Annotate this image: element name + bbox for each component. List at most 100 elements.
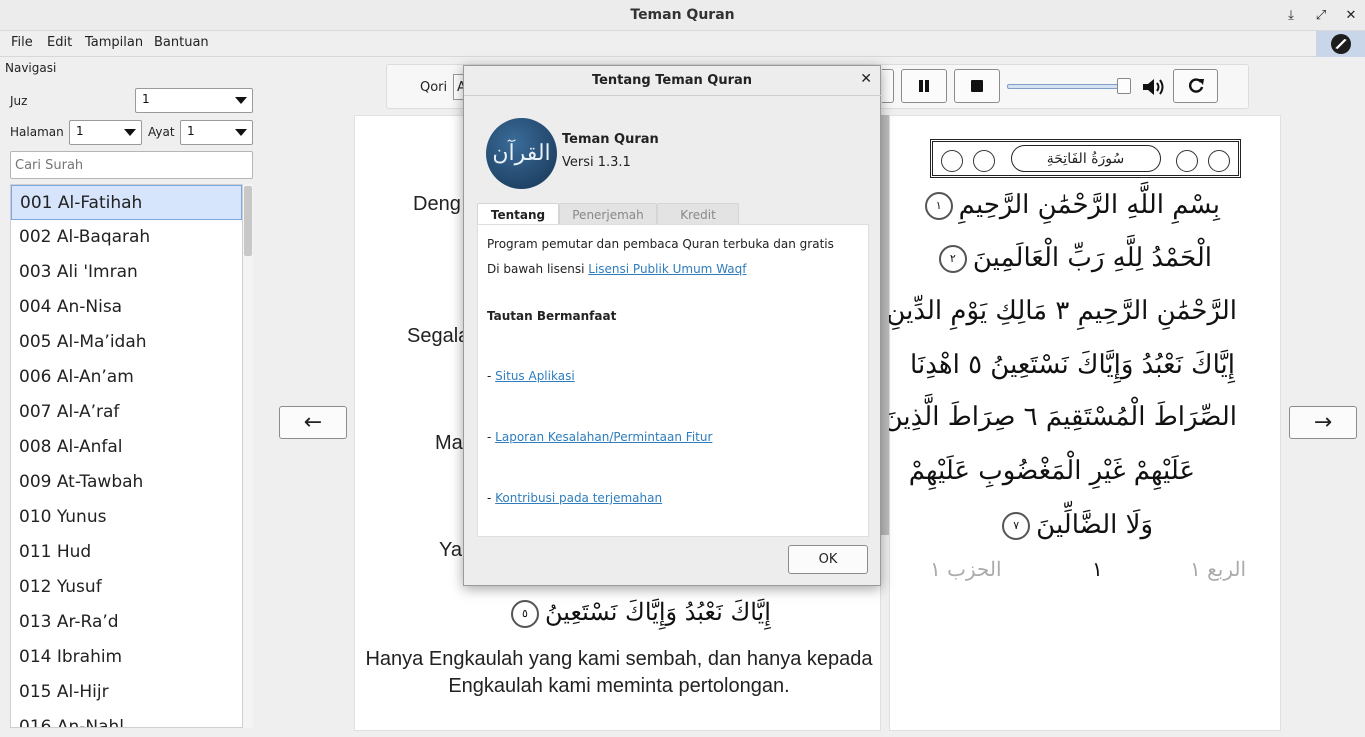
compass-icon [1330,34,1351,54]
mushaf-line: وَلَا الضَّالِّينَ٧ [996,510,1153,540]
mushaf-line: الرَّحْمَٰنِ الرَّحِيمِ ٣ مَالِكِ يَوْمِ… [846,296,1237,326]
menu-bar: File Edit Tampilan Bantuan [0,31,1365,57]
play-button[interactable] [882,69,894,103]
ayah-number: ٥ [511,599,539,628]
next-page-button[interactable]: → [1289,406,1357,439]
ok-button[interactable]: OK [788,545,868,574]
tab-kredit[interactable]: Kredit [657,203,739,225]
close-icon[interactable]: ✕ [860,71,872,87]
qori-label: Qori [420,80,448,95]
repeat-button[interactable] [1173,69,1218,103]
website-link[interactable]: Situs Aplikasi [495,369,575,383]
ayat-value: 1 [187,124,195,138]
bug-report-link[interactable]: Laporan Kesalahan/Permintaan Fitur [495,430,712,444]
app-version: Versi 1.3.1 [562,155,631,170]
ornament-icon [1208,150,1230,172]
about-dialog: Tentang Teman Quran ✕ القرآن Teman Quran… [463,65,882,586]
surah-title: سُورَةُ الفَاتِحَةِ [1010,145,1161,172]
surah-item[interactable]: 004 An-Nisa [11,290,242,325]
arabic-verse: ٥ إِيَّاكَ نَعْبُدُ وَإِيَّاكَ نَسْتَعِين… [505,598,771,628]
ayah-number: ٢ [938,245,967,273]
license-prefix: Di bawah lisensi [487,262,589,276]
juz-value: 1 [142,92,150,106]
juz-select[interactable]: 1 [135,88,253,113]
dialog-title: Tentang Teman Quran [591,73,753,88]
surah-item[interactable]: 015 Al-Hijr [11,675,242,710]
minimize-icon[interactable]: ⤓ [1281,5,1301,25]
arrow-left-icon: ← [303,410,323,435]
window-titlebar: Teman Quran ⤓ ⤢ ✕ [0,0,1365,31]
app-logo: القرآن [486,118,557,189]
mushaf-line: بِسْمِ اللَّهِ الرَّحْمَٰنِ الرَّحِيمِ١ [919,190,1220,220]
divider [464,95,882,96]
surah-search-input[interactable] [10,151,253,179]
menu-edit[interactable]: Edit [47,35,72,50]
surah-item[interactable]: 008 Al-Anfal [11,430,242,465]
app-name: Teman Quran [562,132,659,147]
verse-translation: Hanya Engkaulah yang kami sembah, dan ha… [365,648,873,697]
refresh-icon [1188,78,1204,93]
mushaf-line-text: الرَّحْمَٰنِ الرَّحِيمِ ٣ مَالِكِ يَوْمِ… [886,296,1237,326]
surah-item[interactable]: 016 An-Nahl [11,710,242,727]
surah-item[interactable]: 002 Al-Baqarah [11,220,242,255]
surah-item[interactable]: 001 Al-Fatihah [11,185,242,220]
menu-file[interactable]: File [11,35,33,50]
link-item: - Situs Aplikasi [487,369,575,383]
app-description: Program pemutar dan pembaca Quran terbuk… [487,237,834,251]
ornament-icon [1176,150,1198,172]
mushaf-line: إِيَّاكَ نَعْبُدُ وَإِيَّاكَ نَسْتَعِينُ… [910,350,1235,380]
window-title: Teman Quran [630,7,735,23]
close-icon[interactable]: ✕ [1341,5,1361,25]
surah-list[interactable]: 001 Al-Fatihah 002 Al-Baqarah 003 Ali 'I… [10,184,243,728]
stop-icon [971,80,983,92]
ayah-number: ٧ [1002,512,1031,540]
mushaf-line-text: الْحَمْدُ لِلَّهِ رَبِّ الْعَالَمِينَ [972,243,1212,273]
volume-icon[interactable] [1141,77,1165,97]
ayat-select[interactable]: 1 [180,120,253,145]
rub-marker: الربع ١ [1190,557,1247,581]
menu-bantuan[interactable]: Bantuan [154,35,209,50]
hizb-marker: الحزب ١ [930,557,1002,581]
pause-icon [919,80,929,92]
surah-item[interactable]: 003 Ali 'Imran [11,255,242,290]
chevron-down-icon [235,97,247,104]
surah-item[interactable]: 005 Al-Ma’idah [11,325,242,360]
surah-item[interactable]: 014 Ibrahim [11,640,242,675]
maximize-icon[interactable]: ⤢ [1311,5,1331,25]
volume-slider[interactable] [1007,84,1127,89]
scrollbar-thumb[interactable] [244,186,252,256]
ornament-icon [973,150,995,172]
surah-item[interactable]: 013 Ar-Ra’d [11,605,242,640]
app-logo-text: القرآن [492,141,551,166]
mushaf-line-text: إِيَّاكَ نَعْبُدُ وَإِيَّاكَ نَسْتَعِينُ… [910,350,1235,380]
pause-button[interactable] [901,69,947,103]
ayah-number: ١ [924,192,953,220]
halaman-select[interactable]: 1 [69,120,142,145]
menu-tampilan[interactable]: Tampilan [85,35,143,50]
dialog-shadow [881,115,889,535]
link-item: - Laporan Kesalahan/Permintaan Fitur [487,430,713,444]
license-link[interactable]: Lisensi Publik Umum Waqf [588,262,746,276]
page-number: ١ [1092,557,1103,581]
surah-item[interactable]: 012 Yusuf [11,570,242,605]
mushaf-line-text: عَلَيْهِمْ غَيْرِ الْمَغْضُوبِ عَلَيْهِم… [908,456,1195,486]
tab-tentang[interactable]: Tentang [477,203,559,225]
menu-corner-button[interactable] [1316,31,1365,57]
stop-button[interactable] [954,69,1000,103]
tab-penerjemah[interactable]: Penerjemah [559,203,657,225]
translation-peek: Ma [435,432,463,454]
previous-page-button[interactable]: ← [279,406,347,439]
translation-contribute-link[interactable]: Kontribusi pada terjemahan [495,491,662,505]
mushaf-line: الْحَمْدُ لِلَّهِ رَبِّ الْعَالَمِينَ٢ [933,243,1212,273]
surah-item[interactable]: 007 Al-A’raf [11,395,242,430]
chevron-down-icon [235,129,247,136]
surah-item[interactable]: 010 Yunus [11,500,242,535]
arrow-right-icon: → [1313,410,1333,435]
surah-list-scrollbar[interactable] [243,184,253,728]
volume-slider-handle[interactable] [1117,78,1131,94]
mushaf-line-text: بِسْمِ اللَّهِ الرَّحْمَٰنِ الرَّحِيمِ [958,190,1220,220]
surah-item[interactable]: 009 At-Tawbah [11,465,242,500]
nav-label: Navigasi [5,61,57,75]
surah-item[interactable]: 011 Hud [11,535,242,570]
surah-item[interactable]: 006 Al-An’am [11,360,242,395]
